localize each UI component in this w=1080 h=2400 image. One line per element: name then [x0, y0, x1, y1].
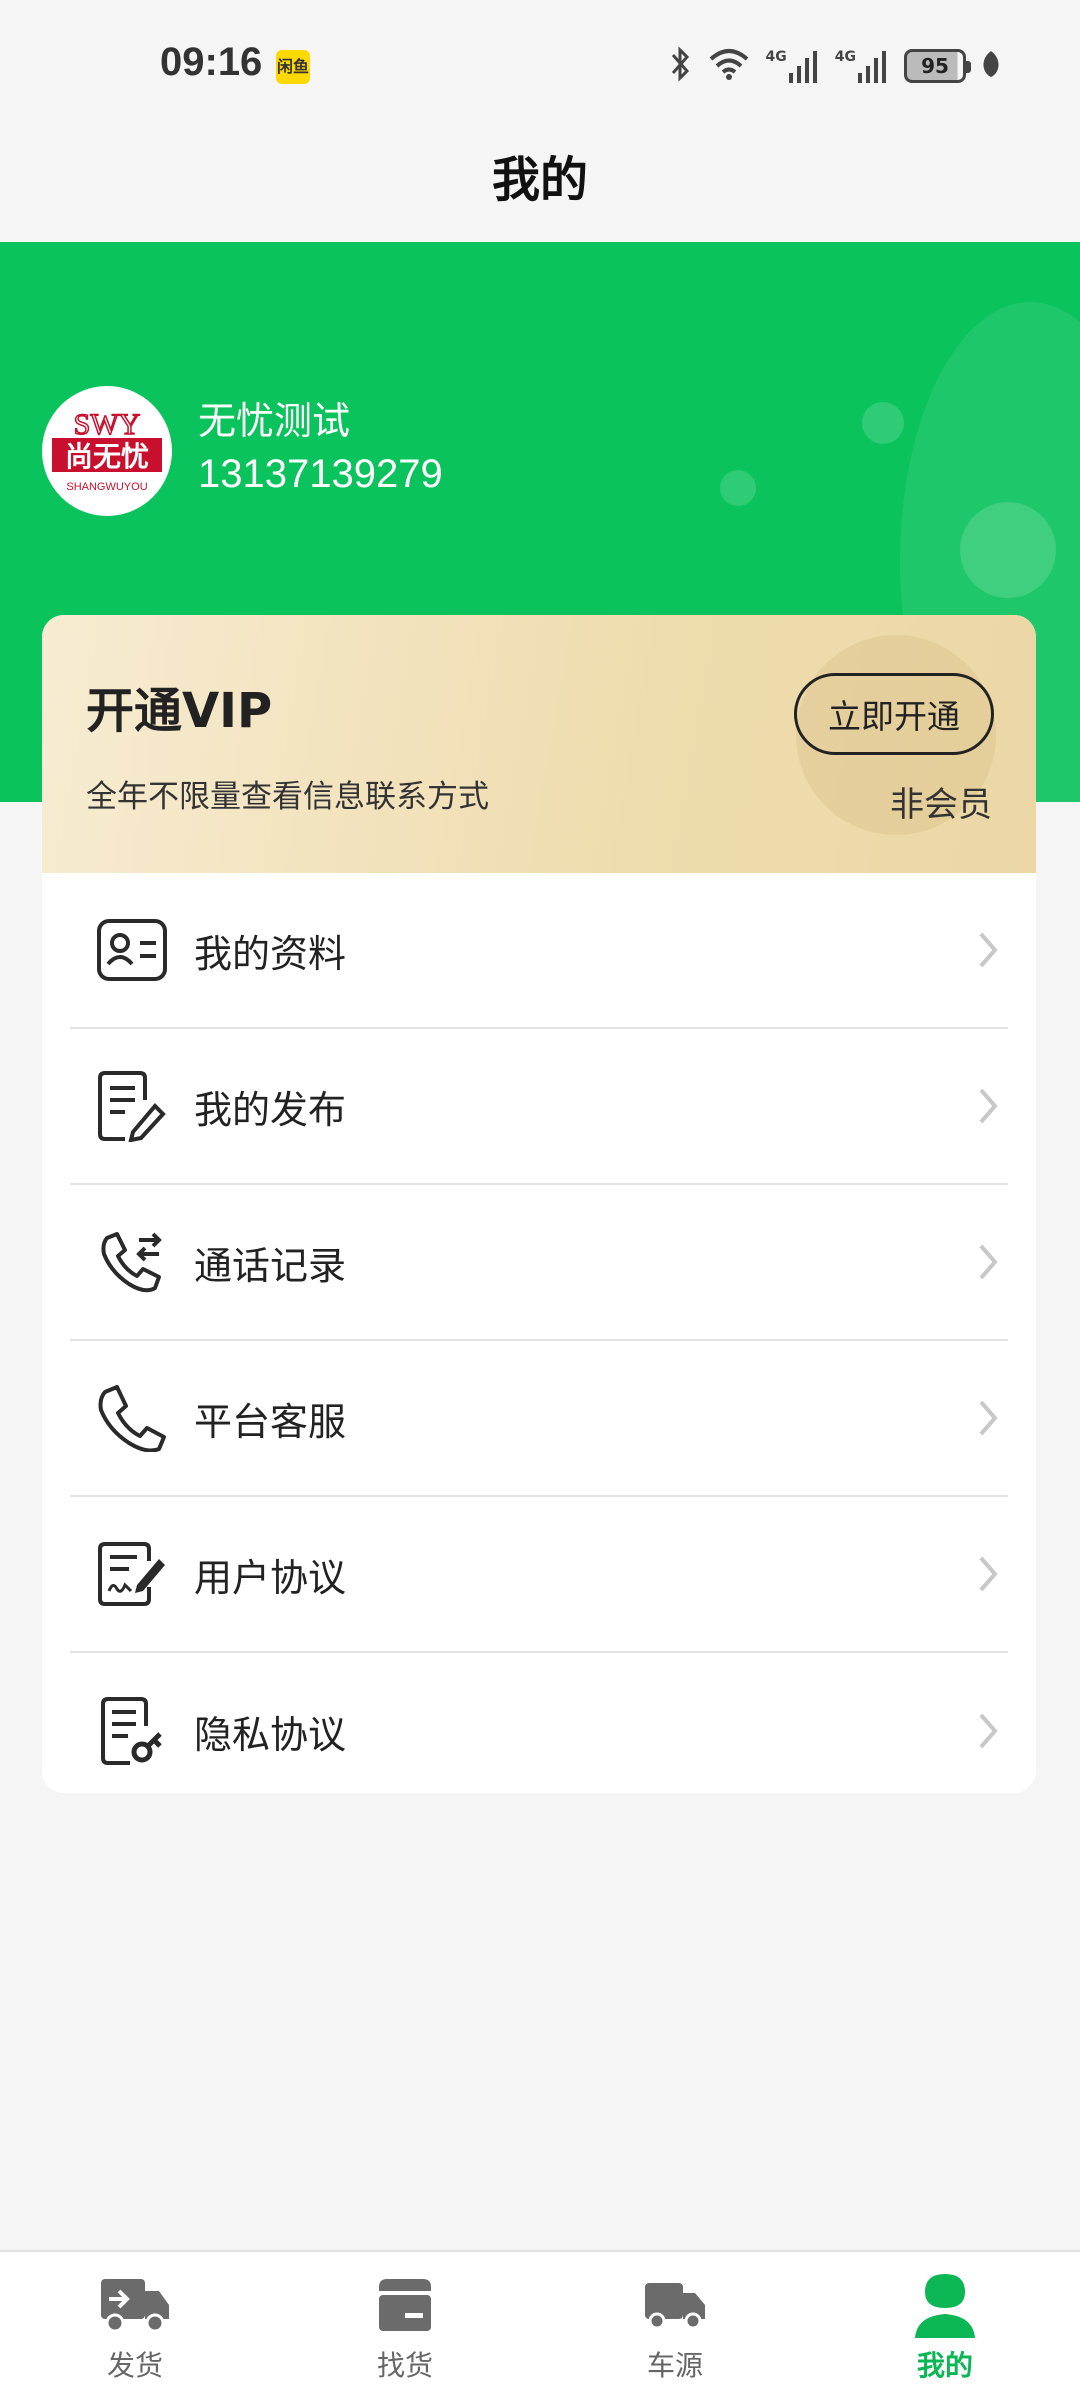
avatar[interactable]: SWY 尚无忧 SHANGWUYOU: [42, 386, 172, 516]
battery-icon: 95: [904, 49, 971, 83]
menu-item-profile[interactable]: 我的资料: [70, 873, 1008, 1029]
nav-tab-label: 车源: [646, 2349, 703, 2382]
leaf-icon: [982, 49, 1000, 83]
avatar-logo-main: 尚无忧: [65, 440, 149, 473]
profile-card-icon: [94, 912, 170, 988]
truck-icon: [637, 2272, 713, 2338]
nav-tab-label: 找货: [376, 2349, 433, 2382]
privacy-icon: [94, 1693, 170, 1769]
menu-item-label: 通话记录: [194, 1243, 347, 1288]
chevron-right-icon: [968, 1554, 1008, 1594]
call-history-icon: [94, 1224, 170, 1300]
status-bar: 09:16 闲鱼 4G 4G 95: [0, 0, 1080, 136]
vip-banner[interactable]: 开通VIP 全年不限量查看信息联系方式 立即开通 非会员: [42, 615, 1036, 873]
shipping-truck-icon: [97, 2272, 173, 2338]
status-time: 09:16: [160, 40, 263, 84]
menu-item-label: 隐私协议: [194, 1712, 347, 1757]
vip-description: 全年不限量查看信息联系方式: [86, 779, 489, 815]
chevron-right-icon: [968, 930, 1008, 970]
chevron-right-icon: [968, 1398, 1008, 1438]
nav-tab-label: 我的: [916, 2349, 973, 2382]
hero-bubble: [720, 470, 756, 506]
bluetooth-icon: [670, 45, 692, 87]
edit-document-icon: [94, 1068, 170, 1144]
nav-tab-mine[interactable]: 我的: [810, 2252, 1080, 2400]
menu-item-privacy[interactable]: 隐私协议: [70, 1653, 1008, 1793]
network-type-label-2: 4G: [834, 49, 856, 65]
user-phone: 13137139279: [198, 452, 443, 496]
agreement-icon: [94, 1536, 170, 1612]
profile-card: 开通VIP 全年不限量查看信息联系方式 立即开通 非会员 我的资料 我的发布 通…: [42, 615, 1036, 1793]
nav-tab-find-goods[interactable]: 找货: [270, 2252, 540, 2400]
menu-list: 我的资料 我的发布 通话记录 平台客服 用户协议 隐私协议: [70, 873, 1008, 1793]
menu-item-label: 我的资料: [194, 931, 347, 976]
page-title: 我的: [491, 152, 588, 208]
avatar-logo-bottom: SHANGWUYOU: [66, 481, 147, 493]
nav-tab-label: 发货: [106, 2349, 163, 2382]
battery-level: 95: [921, 54, 949, 78]
signal-icon-2: 4G: [835, 49, 888, 83]
menu-item-customer-service[interactable]: 平台客服: [70, 1341, 1008, 1497]
hero-bubble: [862, 402, 904, 444]
app-notification-badge: 闲鱼: [276, 50, 310, 84]
menu-item-label: 平台客服: [194, 1399, 347, 1444]
box-icon: [367, 2272, 443, 2338]
menu-item-label: 我的发布: [194, 1087, 347, 1132]
bottom-navigation: 发货 找货 车源 我的: [0, 2250, 1080, 2400]
open-vip-button[interactable]: 立即开通: [794, 673, 994, 755]
network-type-label: 4G: [765, 49, 787, 65]
nav-tab-ship[interactable]: 发货: [0, 2252, 270, 2400]
user-icon: [907, 2272, 983, 2338]
user-name: 无忧测试: [198, 399, 351, 443]
nav-tab-vehicles[interactable]: 车源: [540, 2252, 810, 2400]
chevron-right-icon: [968, 1242, 1008, 1282]
status-icons: 4G 4G 95: [670, 44, 1000, 88]
menu-item-user-agreement[interactable]: 用户协议: [70, 1497, 1008, 1653]
avatar-logo-top: SWY: [74, 408, 141, 441]
menu-item-label: 用户协议: [194, 1555, 347, 1600]
phone-icon: [94, 1380, 170, 1456]
wifi-icon: [708, 47, 750, 85]
hero-bubble: [960, 502, 1056, 598]
menu-item-call-history[interactable]: 通话记录: [70, 1185, 1008, 1341]
signal-icon: 4G: [766, 49, 819, 83]
membership-status: 非会员: [890, 785, 992, 825]
chevron-right-icon: [968, 1086, 1008, 1126]
vip-title: 开通VIP: [86, 683, 273, 739]
menu-item-my-posts[interactable]: 我的发布: [70, 1029, 1008, 1185]
chevron-right-icon: [968, 1711, 1008, 1751]
